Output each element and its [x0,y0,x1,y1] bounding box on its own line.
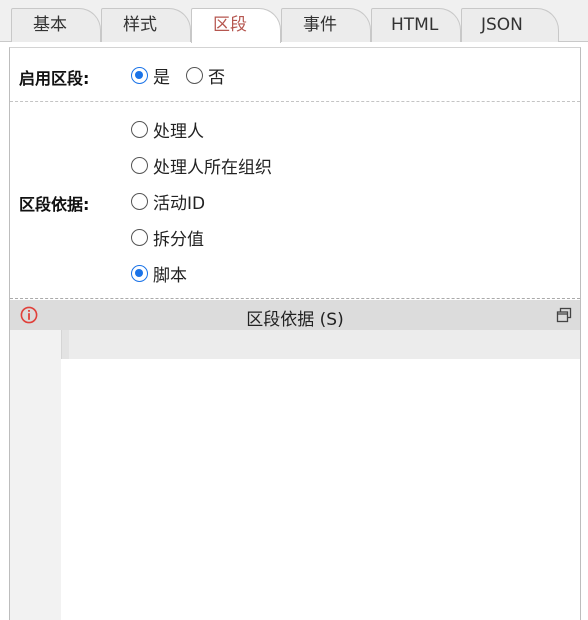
section-panel: 启用区段: 是 否 区段依据: 处理人 处理人所在组织 活动ID 拆分值 脚本 [9,47,581,620]
radio-unchecked-icon[interactable] [186,67,203,84]
radio-label: 处理人所在组织 [153,158,272,178]
radio-unchecked-icon[interactable] [131,121,148,138]
tab-label: 事件 [303,15,337,35]
basis-activity-id-radio[interactable]: 活动ID [131,189,205,214]
tab-label: HTML [391,15,439,35]
tab-events[interactable]: 事件 [281,8,371,42]
divider [10,101,580,102]
radio-label: 脚本 [153,266,187,286]
section-basis-label: 区段依据: [19,195,90,214]
enable-no-radio[interactable]: 否 [186,63,225,88]
basis-split-value-radio[interactable]: 拆分值 [131,225,204,250]
script-editor-title: 区段依据 (S) [246,310,344,330]
basis-handler-org-radio[interactable]: 处理人所在组织 [131,153,272,178]
radio-unchecked-icon[interactable] [131,193,148,210]
radio-label: 是 [153,68,170,88]
enable-section-label: 启用区段: [19,69,90,88]
radio-label: 处理人 [153,122,204,142]
enable-yes-radio[interactable]: 是 [131,63,170,88]
radio-unchecked-icon[interactable] [131,157,148,174]
radio-unchecked-icon[interactable] [131,229,148,246]
tab-basic[interactable]: 基本 [11,8,101,42]
fold-gutter [61,330,69,359]
active-code-line[interactable] [69,330,580,359]
tab-bar: 基本 样式 事件 HTML JSON 区段 [0,0,588,43]
tab-section[interactable]: 区段 [191,8,281,43]
tab-html[interactable]: HTML [371,8,461,42]
tab-json[interactable]: JSON [461,8,559,42]
tab-label: 基本 [33,15,67,35]
basis-script-radio[interactable]: 脚本 [131,261,187,286]
tab-label: 区段 [213,15,247,35]
radio-label: 否 [208,68,225,88]
radio-checked-icon[interactable] [131,265,148,282]
tab-label: JSON [481,15,523,35]
basis-handler-radio[interactable]: 处理人 [131,117,204,142]
script-code-area[interactable] [61,359,580,620]
radio-label: 活动ID [153,194,206,214]
line-number-gutter [10,330,61,620]
radio-checked-icon[interactable] [131,67,148,84]
divider [10,298,580,299]
window-restore-icon[interactable] [556,307,572,323]
tab-style[interactable]: 样式 [101,8,191,42]
radio-label: 拆分值 [153,230,204,250]
tab-label: 样式 [123,15,157,35]
script-editor-header: 区段依据 (S) [10,300,580,330]
